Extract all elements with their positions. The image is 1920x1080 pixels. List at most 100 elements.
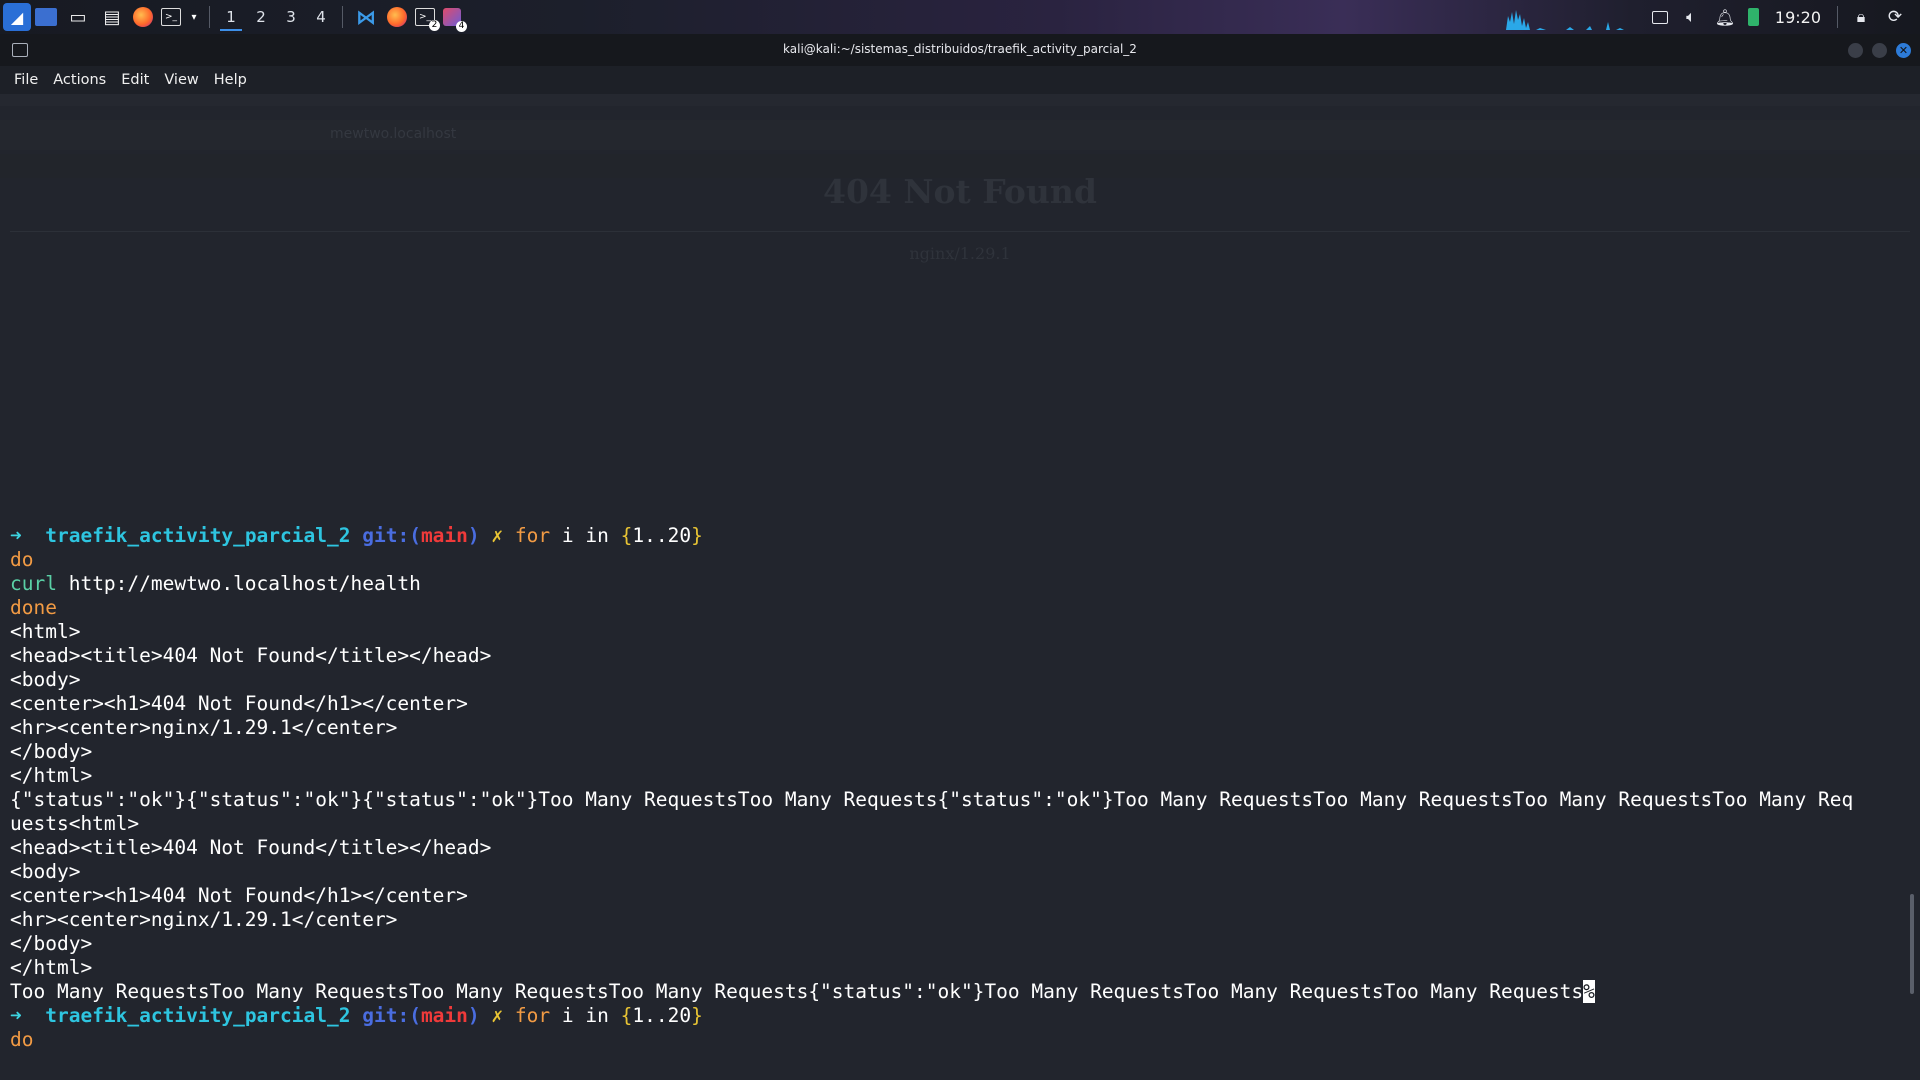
terminal-launcher-icon[interactable]: >_	[161, 8, 181, 26]
output-line: </body>	[10, 740, 93, 763]
display-icon[interactable]	[1651, 10, 1668, 24]
output-line: Too Many RequestsToo Many RequestsToo Ma…	[10, 980, 1853, 1004]
vscode-task-icon[interactable]: ⋈	[353, 4, 379, 30]
kali-menu-icon[interactable]: ◢	[3, 3, 31, 31]
done-line: done	[10, 596, 1853, 620]
chevron-down-icon[interactable]: ▾	[189, 4, 199, 30]
menu-actions[interactable]: Actions	[53, 72, 106, 88]
output-line: </html>	[10, 764, 93, 787]
workspace-3[interactable]: 3	[276, 2, 306, 32]
range-open: {	[620, 1004, 633, 1027]
close-button[interactable]: ✕	[1896, 43, 1911, 58]
system-tray: 🔈︎ 🔔︎ 19:20 🔒︎ ⟳	[1505, 0, 1912, 34]
taskbar: ◢ ▭ ▤ >_ ▾ 1 2 3 4 ⋈ >_ 2 4 🔈︎ 🔔︎ 19:20 🔒…	[0, 0, 1920, 34]
file-manager-icon[interactable]: ▭	[65, 4, 91, 30]
cursor: %	[1583, 980, 1595, 1003]
menu-help[interactable]: Help	[214, 72, 247, 88]
output-line: <html>	[10, 620, 81, 643]
output-line: <center><h1>404 Not Found</h1></center>	[10, 884, 468, 907]
dirty-mark: ✗	[491, 1004, 504, 1027]
range-open: {	[620, 524, 633, 547]
maximize-button[interactable]	[1872, 43, 1887, 58]
in-keyword: in	[585, 524, 609, 547]
for-keyword: for	[514, 524, 551, 547]
minimize-button[interactable]	[1848, 43, 1863, 58]
terminal-window: kali@kali:~/sistemas_distribuidos/traefi…	[0, 34, 1920, 1080]
menu-edit[interactable]: Edit	[121, 72, 149, 88]
divider	[10, 231, 1910, 232]
prompt-arrow: ➜	[10, 1004, 22, 1027]
screenshot-task-icon[interactable]: 4	[443, 8, 467, 32]
menu-file[interactable]: File	[14, 72, 38, 88]
background-browser: mewtwo.localhost 404 Not Found nginx/1.2…	[0, 94, 1920, 514]
output-line: <body>	[10, 860, 81, 883]
workspace-label: 4	[316, 8, 326, 26]
in-keyword: in	[585, 1004, 609, 1027]
git-branch: main	[420, 524, 468, 547]
cpu-graph-icon[interactable]	[1505, 4, 1634, 30]
browser-tabbar	[0, 94, 1920, 106]
task-count-badge: 4	[456, 21, 467, 32]
do-line: do	[10, 548, 1853, 572]
for-keyword: for	[514, 1004, 551, 1027]
git-close: )	[467, 1004, 480, 1027]
prompt-dir: traefik_activity_parcial_2	[45, 1004, 351, 1027]
prompt-dir: traefik_activity_parcial_2	[45, 524, 351, 547]
output-line: </body>	[10, 932, 93, 955]
output-line: uests<html>	[10, 812, 140, 835]
page-footer: nginx/1.29.1	[909, 244, 1011, 263]
bell-icon[interactable]: 🔔︎	[1714, 6, 1736, 28]
prompt-line: ➜ traefik_activity_parcial_2 git:(main) …	[10, 524, 1853, 548]
output-line: </html>	[10, 956, 93, 979]
show-desktop-icon[interactable]	[35, 8, 57, 26]
workspace-label: 2	[256, 8, 266, 26]
clock[interactable]: 19:20	[1775, 8, 1821, 27]
curl-command: curl	[10, 572, 57, 595]
range-close: }	[691, 524, 703, 547]
dirty-mark: ✗	[491, 524, 504, 547]
menubar: File Actions Edit View Help	[0, 66, 1920, 94]
git-close: )	[467, 524, 480, 547]
terminal-task-icon[interactable]: >_ 2	[415, 8, 440, 31]
git-branch: main	[420, 1004, 468, 1027]
range: 1..20	[632, 1004, 692, 1027]
prompt-line: ➜ traefik_activity_parcial_2 git:(main) …	[10, 1004, 1853, 1028]
battery-icon[interactable]	[1747, 8, 1759, 26]
output-line: <head><title>404 Not Found</title></head…	[10, 644, 492, 667]
range: 1..20	[632, 524, 692, 547]
do-keyword: do	[10, 548, 34, 571]
terminal-area[interactable]: mewtwo.localhost 404 Not Found nginx/1.2…	[0, 94, 1920, 1080]
text-editor-icon[interactable]: ▤	[99, 4, 125, 30]
range-close: }	[691, 1004, 703, 1027]
git-label: git:(	[362, 1004, 421, 1027]
firefox-task-icon[interactable]	[387, 7, 407, 27]
task-count-badge: 2	[429, 20, 440, 31]
curl-line: curl http://mewtwo.localhost/health	[10, 572, 1853, 596]
scrollbar[interactable]	[1910, 894, 1914, 994]
output-line: {"status":"ok"}{"status":"ok"}{"status":…	[10, 788, 1854, 811]
window-title: kali@kali:~/sistemas_distribuidos/traefi…	[783, 42, 1137, 56]
output-line: <hr><center>nginx/1.29.1</center>	[10, 908, 398, 931]
separator	[342, 6, 343, 28]
workspace-2[interactable]: 2	[246, 2, 276, 32]
menu-view[interactable]: View	[164, 72, 198, 88]
curl-url: http://mewtwo.localhost/health	[56, 572, 421, 595]
loop-var: i	[550, 1004, 586, 1027]
workspace-1[interactable]: 1	[216, 2, 246, 32]
done-keyword: done	[10, 596, 57, 619]
output-line: <head><title>404 Not Found</title></head…	[10, 836, 492, 859]
last-output: Too Many RequestsToo Many RequestsToo Ma…	[10, 980, 1584, 1003]
do-line: do	[10, 1028, 1853, 1052]
power-icon[interactable]: ⟳	[1884, 6, 1906, 28]
browser-toolbar: mewtwo.localhost	[0, 120, 1920, 150]
lock-icon[interactable]: 🔒︎	[1850, 6, 1872, 28]
prompt-arrow: ➜	[10, 524, 22, 547]
output-line: <hr><center>nginx/1.29.1</center>	[10, 716, 398, 739]
titlebar[interactable]: kali@kali:~/sistemas_distribuidos/traefi…	[0, 34, 1920, 66]
separator	[1837, 6, 1838, 28]
workspace-label: 3	[286, 8, 296, 26]
firefox-icon[interactable]	[133, 7, 153, 27]
terminal-output: ➜ traefik_activity_parcial_2 git:(main) …	[10, 524, 1853, 1052]
volume-icon[interactable]: 🔈︎	[1680, 6, 1702, 28]
workspace-4[interactable]: 4	[306, 2, 336, 32]
